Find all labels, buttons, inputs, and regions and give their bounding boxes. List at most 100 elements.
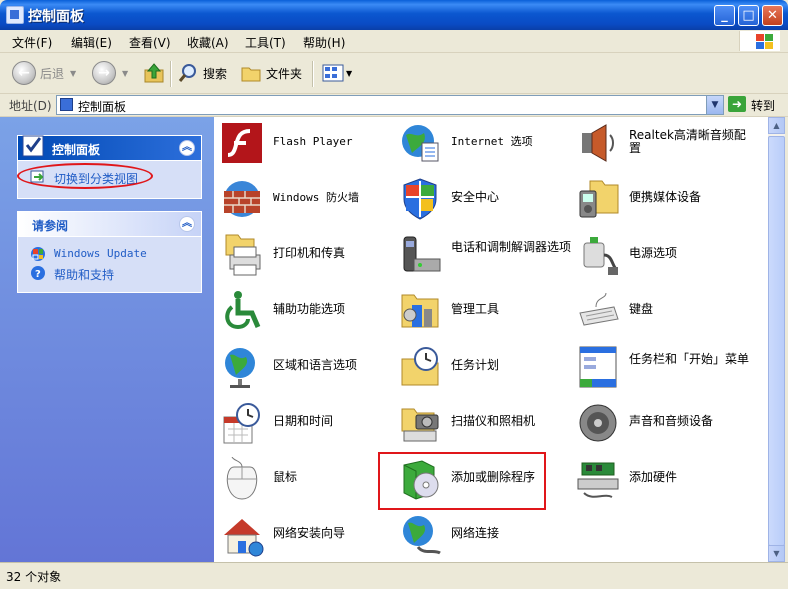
sound-audio-icon: [579, 404, 617, 442]
go-arrow-icon[interactable]: ➜: [728, 96, 746, 112]
panel-title: 请参阅: [32, 219, 69, 233]
address-input[interactable]: 控制面板 ▼: [56, 95, 724, 115]
region-language-icon: [225, 348, 255, 388]
item-label: 添加硬件: [629, 470, 678, 484]
vertical-scrollbar[interactable]: ▲ ▼: [768, 117, 785, 562]
cp-item-scheduled-tasks[interactable]: 任务计划: [394, 343, 569, 393]
cp-item-printers-faxes[interactable]: 打印机和传真: [216, 231, 391, 281]
item-label: 扫描仪和照相机: [451, 414, 536, 428]
chevron-down-icon: ▼: [346, 68, 353, 78]
item-label: 管理工具: [451, 302, 500, 316]
cp-item-accessibility[interactable]: 辅助功能选项: [216, 287, 391, 337]
scroll-thumb[interactable]: [768, 136, 785, 546]
help-icon: ?: [31, 266, 45, 280]
item-label: 日期和时间: [273, 414, 334, 428]
views-icon: [322, 64, 344, 82]
item-label: Realtek高清晰音频配置: [629, 128, 746, 155]
back-button[interactable]: ← 后退 ▼: [12, 61, 76, 85]
windows-update-link[interactable]: Windows Update: [54, 247, 147, 260]
title-bar[interactable]: 控制面板 _ □ ✕: [0, 0, 788, 30]
scroll-down-icon[interactable]: ▼: [768, 545, 785, 562]
item-label: 声音和音频设备: [629, 414, 714, 428]
collapse-icon[interactable]: ︽: [179, 216, 195, 232]
menu-view[interactable]: 查看(V): [129, 34, 171, 51]
item-label: 键盘: [629, 302, 654, 316]
cp-item-mouse[interactable]: 鼠标: [216, 455, 391, 505]
search-icon: [178, 64, 196, 82]
mouse-icon: [226, 457, 258, 500]
date-time-icon: [223, 403, 260, 444]
cp-item-admin-tools[interactable]: 管理工具: [394, 287, 569, 337]
internet-options-icon: [402, 125, 439, 162]
chevron-down-icon: ▼: [122, 68, 129, 78]
icon-view: Flash Player Internet 选项 Realtek高清晰音频配置 …: [214, 117, 768, 562]
status-text: 32 个对象: [6, 570, 62, 584]
go-button[interactable]: 转到: [751, 97, 775, 114]
cp-item-flash-player[interactable]: Flash Player: [216, 119, 391, 169]
toolbar-separator: [170, 61, 172, 87]
folders-button[interactable]: 文件夹: [240, 61, 302, 85]
menu-tools[interactable]: 工具(T): [245, 34, 286, 51]
toolbar: ← 后退 ▼ → ▼ 搜索 文件夹 ▼: [0, 53, 788, 94]
control-panel-icon: [60, 98, 73, 111]
menu-help[interactable]: 帮助(H): [303, 34, 345, 51]
power-options-icon: [583, 237, 618, 275]
up-folder-button[interactable]: [143, 61, 165, 85]
item-label: 便携媒体设备: [629, 190, 702, 204]
item-label: 任务计划: [451, 358, 500, 372]
item-label: Windows 防火墙: [273, 191, 359, 204]
menu-favorites[interactable]: 收藏(A): [187, 34, 229, 51]
folder-icon: [241, 67, 261, 82]
cp-item-taskbar-start-menu[interactable]: 任务栏和「开始」菜单: [572, 343, 750, 393]
cp-item-firewall[interactable]: Windows 防火墙: [216, 175, 391, 225]
chevron-down-icon: ▼: [70, 68, 77, 78]
item-label: 区域和语言选项: [273, 358, 358, 372]
close-button[interactable]: ✕: [762, 5, 783, 26]
cp-item-realtek-audio[interactable]: Realtek高清晰音频配置: [572, 119, 747, 169]
item-label: Flash Player: [273, 135, 353, 148]
forward-button[interactable]: → ▼: [92, 61, 128, 85]
firewall-icon: [224, 181, 260, 217]
collapse-icon[interactable]: ︽: [179, 140, 195, 156]
item-label: 网络安装向导: [273, 526, 346, 540]
cp-item-add-hardware[interactable]: 添加硬件: [572, 455, 747, 505]
add-hardware-icon: [577, 462, 619, 498]
cp-item-network-setup-wizard[interactable]: 网络安装向导: [216, 511, 391, 561]
back-arrow-icon: ←: [12, 61, 36, 85]
cp-item-internet-options[interactable]: Internet 选项: [394, 119, 569, 169]
scheduled-tasks-icon: [401, 347, 439, 386]
panel-header[interactable]: 请参阅 ︽: [18, 212, 201, 237]
cp-item-keyboard[interactable]: 键盘: [572, 287, 747, 337]
search-button[interactable]: 搜索: [177, 61, 227, 85]
panel-title: 控制面板: [52, 143, 101, 157]
cp-item-scanners-cameras[interactable]: 扫描仪和照相机: [394, 399, 569, 449]
cp-item-portable-media[interactable]: 便携媒体设备: [572, 175, 747, 225]
scroll-up-icon[interactable]: ▲: [768, 117, 785, 134]
taskbar-start-icon: [579, 346, 617, 388]
menu-bar: 文件(F) 编辑(E) 查看(V) 收藏(A) 工具(T) 帮助(H): [0, 30, 788, 53]
cp-item-region-language[interactable]: 区域和语言选项: [216, 343, 391, 393]
address-dropdown-button[interactable]: ▼: [706, 96, 723, 114]
security-center-icon: [403, 178, 437, 220]
admin-tools-icon: [401, 294, 439, 328]
cp-item-sound-audio[interactable]: 声音和音频设备: [572, 399, 747, 449]
cp-item-power-options[interactable]: 电源选项: [572, 231, 747, 281]
cp-item-security-center[interactable]: 安全中心: [394, 175, 569, 225]
maximize-button[interactable]: □: [738, 5, 759, 26]
cp-item-phone-modem[interactable]: 电话和调制解调器选项: [394, 231, 571, 281]
menu-file[interactable]: 文件(F): [12, 34, 52, 51]
keyboard-icon: [579, 292, 619, 326]
help-support-link[interactable]: 帮助和支持: [54, 266, 114, 283]
panel-header[interactable]: 控制面板 ︽: [18, 135, 201, 161]
highlight-ellipse: [17, 163, 153, 189]
item-label: 任务栏和「开始」菜单: [629, 352, 750, 366]
scanner-camera-icon: [401, 408, 439, 442]
views-button[interactable]: ▼: [322, 61, 352, 85]
task-pane: 控制面板 ︽ 切换到分类视图 请参阅 ︽ Windows Update ? 帮助…: [0, 117, 214, 562]
cp-item-network-connections[interactable]: 网络连接: [394, 511, 569, 561]
cp-item-date-time[interactable]: 日期和时间: [216, 399, 391, 449]
minimize-button[interactable]: _: [714, 5, 735, 26]
address-label: 地址(D): [9, 99, 52, 113]
menu-edit[interactable]: 编辑(E): [71, 34, 112, 51]
control-panel-panel: 控制面板 ︽ 切换到分类视图: [17, 135, 202, 199]
